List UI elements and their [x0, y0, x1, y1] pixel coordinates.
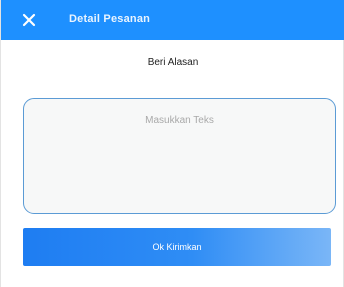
header-bar: Detail Pesanan	[1, 0, 344, 40]
dialog-frame: Detail Pesanan Beri Alasan Ok Kirimkan	[0, 0, 344, 287]
reason-textarea[interactable]	[23, 98, 336, 214]
close-icon[interactable]	[19, 10, 39, 30]
reason-label: Beri Alasan	[147, 57, 199, 68]
page-title: Detail Pesanan	[69, 13, 151, 25]
submit-button[interactable]: Ok Kirimkan	[23, 228, 331, 266]
